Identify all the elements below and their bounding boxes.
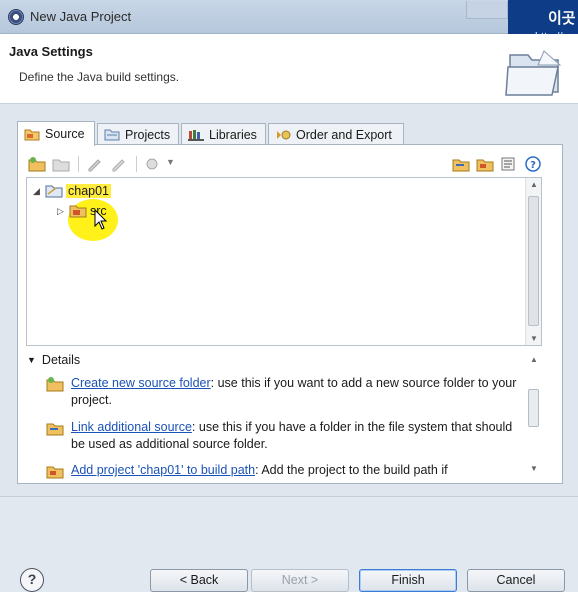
link-additional-source-link[interactable]: Link additional source [71, 420, 192, 434]
remove-icon [112, 159, 125, 172]
filter-icon[interactable] [500, 156, 518, 172]
cursor-icon [94, 209, 108, 230]
tree-item-project[interactable]: ◢ chap01 [33, 182, 112, 200]
help-icon[interactable]: ? [524, 156, 542, 172]
page-description: Define the Java build settings. [19, 70, 180, 84]
add-folder-icon[interactable] [28, 156, 46, 172]
detail-create-folder: Create new source folder: use this if yo… [46, 375, 524, 409]
create-source-folder-link[interactable]: Create new source folder [71, 376, 211, 390]
source-tree[interactable]: ◢ chap01 ▷ src ▲ ▼ [26, 177, 542, 346]
projects-icon [104, 129, 120, 141]
close-button[interactable] [466, 1, 508, 19]
link-folder-icon [52, 159, 70, 172]
configure-icon [146, 158, 158, 170]
finish-button[interactable]: Finish [359, 569, 457, 592]
source-folder-icon [24, 129, 40, 140]
scroll-up-icon[interactable]: ▲ [530, 180, 538, 189]
libraries-icon [188, 130, 204, 141]
tab-label: Libraries [209, 127, 257, 142]
overlay-text: 이곳 [548, 10, 576, 27]
edit-icon [88, 159, 101, 172]
next-button[interactable]: Next > [251, 569, 349, 592]
tab-libraries[interactable]: Libraries [181, 123, 266, 145]
package-folder-icon [69, 205, 87, 218]
link-source-icon [46, 423, 64, 436]
window-title: New Java Project [30, 9, 132, 24]
source-tab-panel: ▼ ? ◢ chap01 ▷ src ▲ ▼ ▼ Details Create [17, 144, 563, 484]
tab-label: Projects [125, 127, 171, 142]
svg-text:?: ? [530, 160, 536, 171]
tab-source[interactable]: Source [17, 121, 95, 146]
wizard-header: Java Settings Define the Java build sett… [0, 34, 578, 104]
detail-link-source: Link additional source: use this if you … [46, 419, 524, 453]
scroll-up-icon[interactable]: ▲ [530, 355, 538, 364]
tab-projects[interactable]: Projects [97, 123, 179, 145]
detail-add-project: Add project 'chap01' to build path: Add … [46, 462, 524, 479]
back-button[interactable]: < Back [150, 569, 248, 592]
new-source-folder-icon[interactable] [476, 156, 494, 172]
toolbar-separator [78, 156, 79, 172]
chevron-down-icon[interactable]: ▼ [166, 157, 175, 167]
add-project-link[interactable]: Add project 'chap01' to build path [71, 463, 255, 477]
tree-scrollbar[interactable]: ▲ ▼ [525, 178, 541, 345]
details-scrollbar[interactable]: ▲ ▼ [526, 355, 542, 475]
order-export-icon [277, 130, 291, 140]
project-folder-icon [46, 466, 64, 479]
eclipse-icon [8, 9, 24, 25]
scrollbar-thumb[interactable] [528, 196, 539, 326]
detail-text: : Add the project to the build path if [255, 463, 448, 477]
page-title: Java Settings [9, 44, 93, 59]
tree-toolbar: ▼ ? [26, 153, 548, 175]
project-name: chap01 [66, 184, 112, 198]
toolbar-separator [136, 156, 137, 172]
tab-label: Source [45, 127, 85, 141]
title-bar: New Java Project [0, 0, 578, 34]
help-button[interactable]: ? [20, 568, 44, 592]
collapse-icon[interactable]: ▼ [27, 355, 36, 365]
open-folder-icon [505, 50, 562, 96]
scroll-down-icon[interactable]: ▼ [530, 464, 538, 473]
expand-down-icon[interactable]: ◢ [33, 186, 45, 197]
details-toggle[interactable]: ▼ Details [27, 353, 80, 367]
new-source-folder-icon [46, 377, 64, 392]
link-source-icon[interactable] [452, 156, 470, 172]
cancel-button[interactable]: Cancel [467, 569, 565, 592]
tab-order-and-export[interactable]: Order and Export [268, 123, 404, 145]
expand-right-icon[interactable]: ▷ [57, 206, 69, 217]
scrollbar-thumb[interactable] [528, 389, 539, 427]
tab-label: Order and Export [296, 127, 392, 142]
details-section: ▼ Details Create new source folder: use … [26, 351, 542, 479]
details-heading: Details [41, 353, 81, 367]
scroll-down-icon[interactable]: ▼ [530, 334, 538, 343]
project-folder-icon [45, 185, 63, 198]
